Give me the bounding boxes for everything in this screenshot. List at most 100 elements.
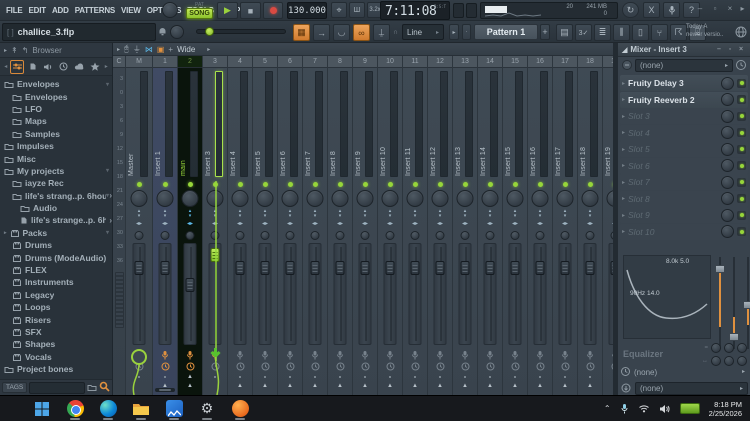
pan-knob[interactable] [581,190,599,207]
stereo-sep-arrows[interactable]: ▴▾ [528,209,552,219]
stereo-sep-arrows[interactable]: ▴▾ [253,209,277,219]
track-name-label[interactable]: Insert 10 [380,112,389,176]
mixer-icon[interactable]: ⫼ [613,24,630,41]
bpm-display[interactable]: 130.000 [287,2,327,19]
mute-led[interactable] [337,182,343,187]
mute-led[interactable] [437,182,443,187]
autosave-icon[interactable]: ↻ [622,2,639,18]
stereo-knob[interactable] [160,231,170,240]
output-target-selector[interactable]: (none) ▸ [635,382,748,395]
volume-fader[interactable] [333,243,347,345]
volume-fader[interactable] [258,243,272,345]
minimize-button[interactable]: – [694,3,706,14]
pattern-add-button[interactable]: + [540,24,550,40]
track-name-label[interactable]: Insert 4 [230,112,239,176]
latency-clock-icon[interactable] [353,362,377,371]
pan-arrows[interactable]: ◂▸ [253,220,277,227]
tree-item-life-s-strange-p-6houl[interactable]: life's strange..p. 6houl› [0,214,112,226]
arrangement-picker[interactable] [453,3,464,18]
mute-led[interactable] [412,182,418,187]
expand-arrow-icon[interactable]: ▸ [4,230,7,236]
eq-mid-slider[interactable] [729,255,739,351]
pan-arrows[interactable]: ◂▸ [478,220,502,227]
fx-arrow[interactable]: ▲ [328,383,352,389]
view-arrow-icon[interactable]: ▸ [207,46,210,53]
fader-handle[interactable] [285,261,295,275]
fader-handle[interactable] [585,261,595,275]
volume-fader[interactable] [583,243,597,345]
pan-arrows[interactable]: ◂▸ [353,220,377,227]
tree-item-packs[interactable]: ▸ Packs ▾ [0,227,112,239]
tree-item-impulses[interactable]: Impulses [0,140,112,152]
pan-knob[interactable] [130,190,148,207]
tags-search-icon[interactable] [99,381,110,394]
mute-led[interactable] [562,182,568,187]
track-number[interactable]: 1 [153,56,177,68]
mixer-track-insert-18[interactable]: 18 Insert 18 ▴ ▾ ◂▸ ▲ [578,56,603,395]
stereo-knob[interactable] [260,231,270,240]
track-name-label[interactable]: Insert 17 [555,112,564,176]
eq-high-slider[interactable] [743,255,750,351]
track-name-label[interactable]: Insert 14 [480,112,489,176]
slot-enable-led[interactable] [737,95,746,104]
slot-arrow-icon[interactable]: ▸ [622,228,625,235]
menu-item-edit[interactable]: EDIT [26,6,49,15]
slot-arrow-icon[interactable]: ▸ [622,129,625,136]
track-name-label[interactable]: main [180,112,189,176]
update-notice[interactable]: Today A newer versio.. [686,23,732,39]
stereo-sep-arrows[interactable]: ▴▾ [178,209,202,219]
track-number[interactable]: 17 [553,56,577,68]
track-number[interactable]: 18 [578,56,602,68]
record-arm-icon[interactable] [178,350,202,360]
stereo-knob[interactable] [560,231,570,240]
stereo-knob[interactable] [485,231,495,240]
favorites-tab-icon[interactable] [88,60,102,74]
stereo-knob[interactable] [585,231,595,240]
maximize-button[interactable]: ▫ [709,3,721,14]
effect-slot-slot-4[interactable]: ▸ Slot 4 [620,124,748,141]
track-number[interactable]: 19 [603,56,613,68]
tree-item-risers[interactable]: Risers [0,313,112,325]
plugin-picker-icon[interactable]: ▯ [632,24,649,41]
volume-fader[interactable] [508,243,522,345]
input-delay-icon[interactable] [735,59,747,73]
eq-low-slider[interactable] [715,255,725,351]
menu-item-patterns[interactable]: PATTERNS [72,6,118,15]
track-number[interactable]: 13 [453,56,477,68]
mute-led[interactable] [362,182,368,187]
mute-led[interactable] [136,182,142,187]
fader-handle[interactable] [335,261,345,275]
track-number[interactable]: 4 [228,56,252,68]
effect-slot-slot-5[interactable]: ▸ Slot 5 [620,141,748,157]
mixer-track-master[interactable]: M Master ▴ ▾ ◂▸ [126,56,153,395]
mixer-track-insert-7[interactable]: 7 Insert 7 ▴ ▾ ◂▸ ▲ [303,56,328,395]
mixer-track-insert-10[interactable]: 10 Insert 10 ▴ ▾ ◂▸ ▲ [378,56,403,395]
fader-handle[interactable] [185,278,195,292]
taskbar-edge-icon[interactable] [96,398,120,420]
mixer-track-insert-16[interactable]: 16 Insert 16 ▴ ▾ ◂▸ ▲ [528,56,553,395]
slot-mix-knob[interactable] [721,126,734,139]
collapse-caret-icon[interactable]: ▾ [106,229,109,236]
browser-up-icon[interactable]: ↟ [11,46,18,55]
fader-handle[interactable] [134,261,144,275]
volume-fader[interactable] [208,243,222,345]
fx-arrow[interactable]: ▲ [278,383,302,389]
effect-slot-slot-3[interactable]: ▸ Slot 3 [620,108,748,124]
slot-enable-led[interactable] [737,78,746,88]
tree-item-sfx[interactable]: SFX [0,326,112,338]
slot-arrow-icon[interactable]: ▸ [622,179,625,186]
pan-arrows[interactable]: ◂▸ [178,220,202,227]
song-pattern-switch[interactable]: PAT SONG [186,2,213,19]
mixer-view-selector[interactable]: Wide [177,45,195,54]
stereo-sep-arrows[interactable]: ▴▾ [353,209,377,219]
slot-label[interactable]: Slot 7 [628,177,718,187]
menu-item-add[interactable]: ADD [49,6,72,15]
taskbar-media-app-icon[interactable] [162,398,186,420]
pan-arrows[interactable]: ◂▸ [126,220,152,227]
mixer-track-insert-19[interactable]: 19 Insert 19 ▴▾ ◂▸ ▲ [603,56,613,395]
stop-button[interactable]: ■ [240,2,261,19]
song-mode-button[interactable]: SONG [186,8,213,19]
fx-arrow[interactable]: ▲ [303,383,327,389]
record-arm-icon[interactable] [253,350,277,360]
slot-enable-led[interactable] [737,161,746,170]
